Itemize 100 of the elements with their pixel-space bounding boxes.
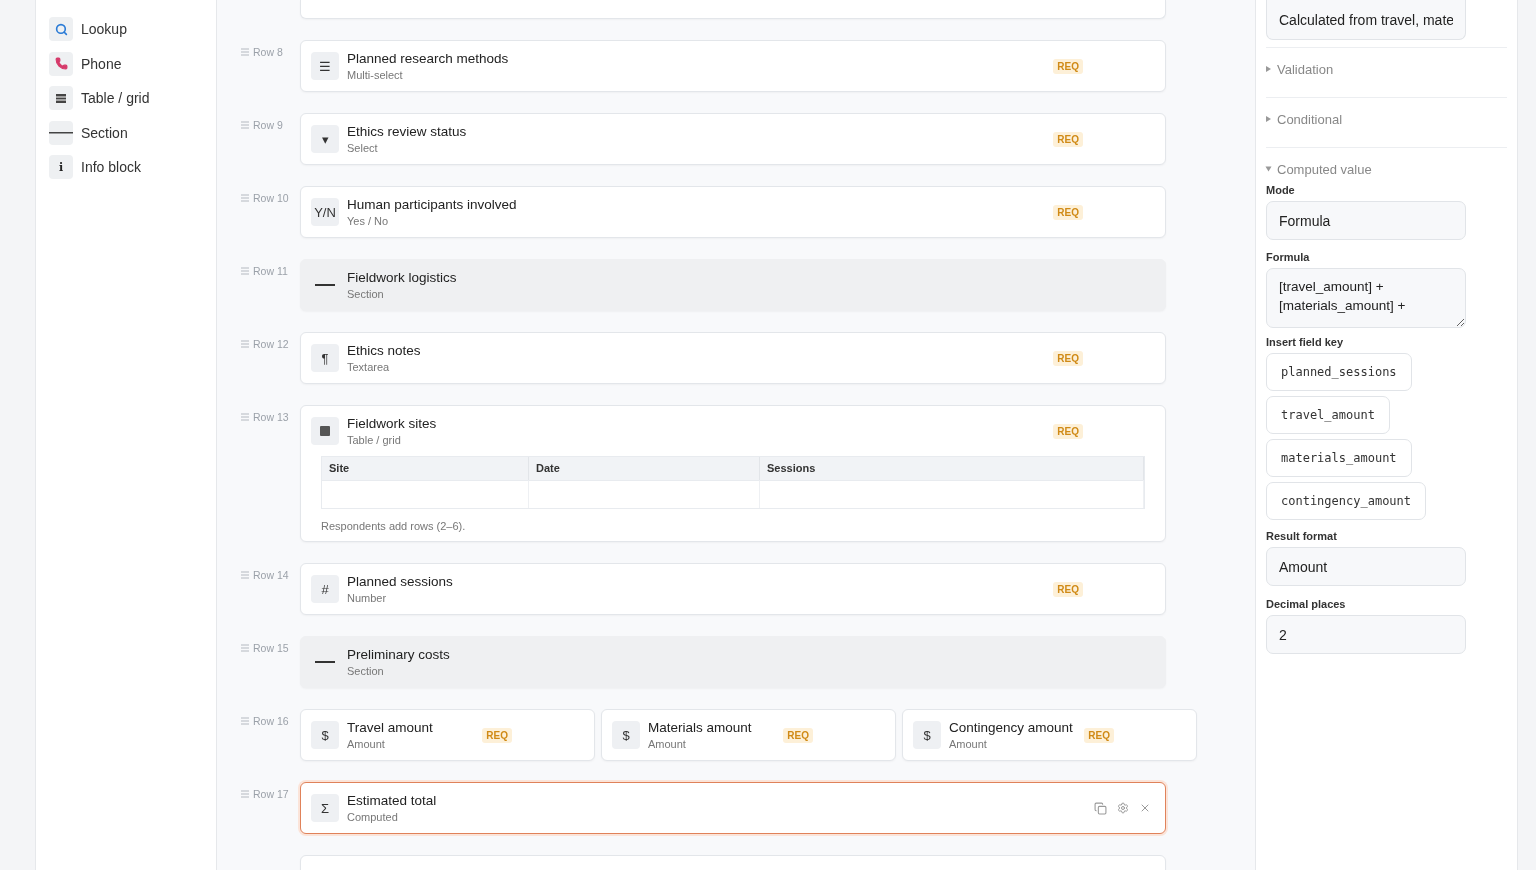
drag-handle-icon[interactable] bbox=[241, 571, 249, 579]
settings-icon[interactable] bbox=[1117, 802, 1129, 814]
drag-handle-icon[interactable] bbox=[241, 267, 249, 275]
row-label: Row 9 bbox=[253, 119, 283, 131]
section-card[interactable]: Fieldwork logistics Section bbox=[300, 259, 1166, 311]
close-icon[interactable] bbox=[1139, 802, 1151, 814]
field-title: Travel amount bbox=[347, 720, 434, 735]
required-badge: REQ bbox=[1053, 131, 1083, 147]
info-icon[interactable]: i bbox=[49, 155, 73, 180]
decimal-places-field[interactable]: 2 bbox=[1266, 615, 1466, 654]
mode-select[interactable]: Formula bbox=[1266, 201, 1466, 240]
table-header: Site bbox=[322, 457, 529, 480]
field-label: Insert field key bbox=[1266, 336, 1345, 348]
field-type-icon: ☰ bbox=[311, 52, 339, 80]
field-label: Result format bbox=[1266, 530, 1338, 542]
search-icon[interactable] bbox=[49, 17, 73, 42]
field-type: Amount bbox=[949, 738, 988, 750]
result-format-select[interactable]: Amount bbox=[1266, 547, 1466, 586]
field-card[interactable]: Fieldwork sites Table / grid REQ Site Date Sessions Respondents add rows (2–6). bbox=[300, 405, 1166, 542]
field-type-icon: Σ bbox=[311, 794, 339, 822]
phone-icon[interactable] bbox=[49, 51, 73, 76]
description-field[interactable]: Calculated from travel, mate bbox=[1266, 0, 1466, 40]
row-label: Row 10 bbox=[253, 192, 289, 204]
required-badge: REQ bbox=[1053, 581, 1083, 597]
row-label: Row 12 bbox=[253, 338, 289, 350]
field-type-icon: ▾ bbox=[311, 125, 339, 153]
palette-item[interactable]: Phone bbox=[81, 55, 122, 72]
drag-handle-icon[interactable] bbox=[241, 413, 249, 421]
field-type-icon: $ bbox=[913, 721, 941, 749]
field-card[interactable]: Σ Estimated total Computed bbox=[300, 782, 1166, 834]
table-note: Respondents add rows (2–6). bbox=[321, 520, 467, 532]
field-title: Materials amount bbox=[648, 720, 753, 735]
field-card[interactable]: $ Contingency amount Amount REQ bbox=[902, 709, 1197, 761]
collapsible-section[interactable]: Computed value bbox=[1266, 156, 1507, 182]
field-title: Planned sessions bbox=[347, 574, 454, 589]
drag-handle-icon[interactable] bbox=[241, 717, 249, 725]
drag-handle-icon[interactable] bbox=[241, 194, 249, 202]
drag-handle-icon[interactable] bbox=[241, 790, 249, 798]
field-card[interactable]: # Planned sessions Number REQ bbox=[300, 563, 1166, 615]
collapsible-section[interactable]: Validation bbox=[1266, 48, 1507, 90]
collapsible-section[interactable]: Conditional bbox=[1266, 98, 1507, 140]
field-type: Textarea bbox=[347, 361, 391, 373]
field-title: Estimated total bbox=[347, 793, 438, 808]
row-label: Row 16 bbox=[253, 715, 289, 727]
row-label: Row 17 bbox=[253, 788, 289, 800]
field-card[interactable]: ▾ Ethics review status Select REQ bbox=[300, 113, 1166, 165]
row-label: Row 11 bbox=[253, 265, 288, 277]
section-icon[interactable] bbox=[49, 120, 73, 145]
field-title: Human participants involved bbox=[347, 197, 518, 212]
field-type-icon: # bbox=[311, 575, 339, 603]
field-card[interactable]: ☰ Planned research methods Multi-select REQ bbox=[300, 40, 1166, 92]
required-badge: REQ bbox=[1053, 204, 1083, 220]
field-type: Amount bbox=[347, 738, 386, 750]
field-key-chip[interactable]: contingency_amount bbox=[1266, 482, 1427, 520]
field-type-icon: ¶ bbox=[311, 344, 339, 372]
field-type-icon: Y/N bbox=[311, 198, 339, 226]
row-label: Row 8 bbox=[253, 46, 283, 58]
table-header: Sessions bbox=[760, 457, 1144, 480]
palette-item[interactable]: Section bbox=[81, 124, 128, 141]
table-icon bbox=[311, 417, 339, 445]
palette-item[interactable]: Lookup bbox=[81, 21, 127, 38]
field-title: Preliminary costs bbox=[347, 647, 451, 662]
field-key-chip[interactable]: planned_sessions bbox=[1266, 353, 1412, 391]
field-card[interactable]: $ Materials amount Amount REQ bbox=[601, 709, 896, 761]
table-icon[interactable] bbox=[49, 86, 73, 111]
row-label: Row 14 bbox=[253, 569, 289, 581]
field-title: Contingency amount bbox=[949, 720, 1074, 735]
drag-handle-icon[interactable] bbox=[241, 644, 249, 652]
field-type-icon: $ bbox=[612, 721, 640, 749]
field-card[interactable]: $ Travel amount Amount REQ bbox=[300, 709, 595, 761]
field-card[interactable]: Y/N Human participants involved Yes / No REQ bbox=[300, 186, 1166, 238]
field-label: Mode bbox=[1266, 184, 1296, 196]
required-badge: REQ bbox=[1084, 727, 1114, 743]
field-type: Amount bbox=[648, 738, 687, 750]
field-type-icon: $ bbox=[311, 721, 339, 749]
required-badge: REQ bbox=[1053, 423, 1083, 439]
drag-handle-icon[interactable] bbox=[241, 48, 249, 56]
drag-handle-icon[interactable] bbox=[241, 340, 249, 348]
formula-field[interactable]: [travel_amount] + [materials_amount] + bbox=[1266, 268, 1466, 328]
table-header: Date bbox=[529, 457, 760, 480]
required-badge: REQ bbox=[482, 727, 512, 743]
field-type: Select bbox=[347, 142, 379, 154]
field-title: Ethics notes bbox=[347, 343, 422, 358]
palette-item[interactable]: Info block bbox=[81, 159, 141, 176]
field-key-chip[interactable]: materials_amount bbox=[1266, 439, 1412, 477]
duplicate-icon[interactable] bbox=[1094, 801, 1107, 815]
field-type: Number bbox=[347, 592, 388, 604]
section-line-icon bbox=[315, 661, 335, 663]
section-card[interactable]: Preliminary costs Section bbox=[300, 636, 1166, 688]
drag-handle-icon[interactable] bbox=[241, 121, 249, 129]
palette-item[interactable]: Table / grid bbox=[81, 90, 150, 107]
field-card[interactable]: ¶ Ethics notes Textarea REQ bbox=[300, 332, 1166, 384]
field-card[interactable] bbox=[300, 0, 1166, 19]
field-title: Fieldwork logistics bbox=[347, 270, 458, 285]
row-label: Row 13 bbox=[253, 411, 289, 423]
required-badge: REQ bbox=[783, 727, 813, 743]
section-line-icon bbox=[315, 284, 335, 286]
field-key-chip[interactable]: travel_amount bbox=[1266, 396, 1390, 434]
required-badge: REQ bbox=[1053, 58, 1083, 74]
row-label: Row 15 bbox=[253, 642, 289, 654]
